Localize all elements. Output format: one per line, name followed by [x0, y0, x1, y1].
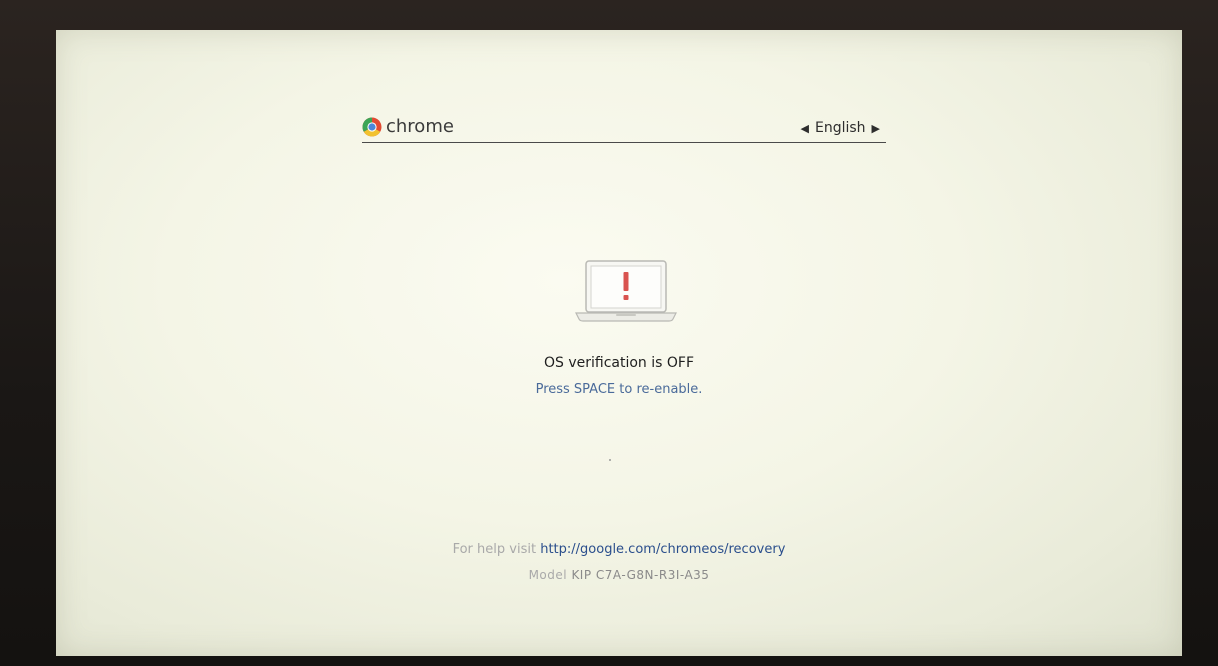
status-subtitle: Press SPACE to re-enable.: [535, 382, 703, 397]
help-prefix: For help visit: [452, 542, 537, 557]
laptop-warning-icon: [572, 258, 680, 324]
language-selector[interactable]: ◀ English ▶: [795, 120, 887, 136]
model-line: Model KIP C7A-G8N-R3I-A35: [56, 568, 1182, 582]
status-title: OS verification is OFF: [543, 355, 695, 371]
model-value: KIP C7A-G8N-R3I-A35: [571, 568, 710, 582]
triangle-left-icon[interactable]: ◀: [795, 122, 815, 135]
recovery-screen: chrome ◀ English ▶ OS verification is OF…: [56, 30, 1182, 656]
language-label: English: [814, 120, 866, 136]
help-link[interactable]: http://google.com/chromeos/recovery: [540, 542, 785, 557]
chrome-icon: [362, 117, 382, 137]
progress-dot: [609, 459, 611, 461]
chrome-logo: chrome: [362, 116, 454, 137]
triangle-right-icon[interactable]: ▶: [866, 122, 886, 135]
chrome-wordmark: chrome: [386, 116, 454, 137]
header-bar: chrome ◀ English ▶: [362, 112, 886, 143]
help-line: For help visit http://google.com/chromeo…: [56, 542, 1182, 557]
model-label: Model: [528, 568, 568, 582]
